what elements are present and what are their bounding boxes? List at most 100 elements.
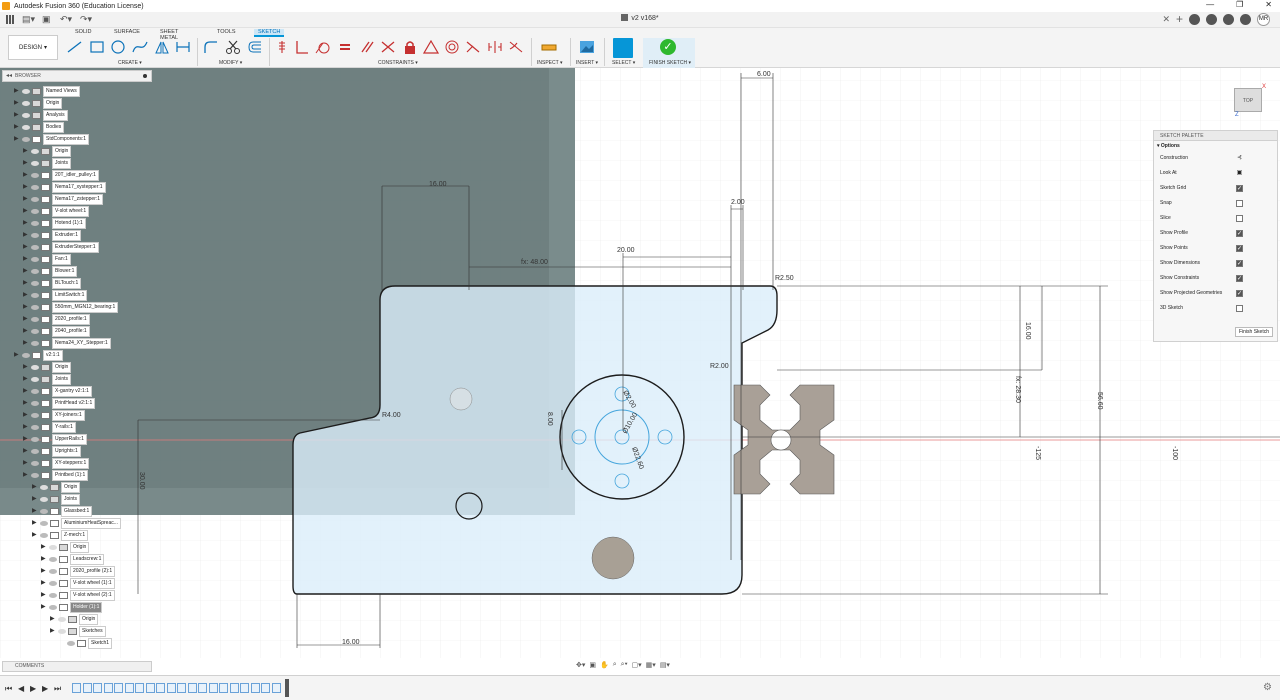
timeline-feature-icon[interactable] [219,683,228,693]
visibility-eye-icon[interactable] [31,232,39,238]
finish-sketch-group-label[interactable]: FINISH SKETCH ▾ [649,60,691,66]
expand-arrow-icon[interactable]: ▶ [23,207,29,216]
expand-arrow-icon[interactable]: ▶ [23,303,29,312]
visibility-eye-icon[interactable] [31,376,39,382]
visibility-eye-icon[interactable] [49,544,57,550]
palette-option-checkbox[interactable]: ✓ [1236,290,1243,297]
expand-arrow-icon[interactable]: ▶ [23,243,29,252]
palette-option-checkbox[interactable]: ✓ [1236,260,1243,267]
visibility-eye-icon[interactable] [40,532,48,538]
visibility-eye-icon[interactable] [31,280,39,286]
offset-tool-icon[interactable] [247,40,263,54]
expand-arrow-icon[interactable]: ▶ [23,279,29,288]
tab-tools[interactable]: TOOLS [217,29,236,35]
expand-arrow-icon[interactable]: ▶ [41,579,47,588]
construction-icon[interactable]: ⊰ [1236,155,1243,162]
visibility-eye-icon[interactable] [40,496,48,502]
dimension-tool-icon[interactable] [175,40,191,54]
expand-arrow-icon[interactable]: ▶ [50,615,56,624]
expand-arrow-icon[interactable]: ▶ [41,591,47,600]
rectangle-tool-icon[interactable] [89,40,105,54]
timeline-feature-icon[interactable] [72,683,81,693]
fillet-tool-icon[interactable] [203,40,219,54]
notifications-icon[interactable] [1223,14,1234,25]
browser-tree-item[interactable]: ▶ Holder (1):1 [41,601,103,613]
expand-arrow-icon[interactable]: ▶ [50,627,56,636]
palette-finish-sketch-button[interactable]: Finish Sketch [1234,327,1273,337]
visibility-eye-icon[interactable] [31,160,39,166]
browser-tree-item[interactable]: ▶ V-slot wheel (2):1 [41,589,115,601]
timeline-feature-icon[interactable] [135,683,144,693]
visibility-eye-icon[interactable] [22,100,30,106]
look-at-icon[interactable]: ▣ [589,661,596,672]
timeline-feature-icon[interactable] [177,683,186,693]
browser-tree-item[interactable]: ▶ 2020_profile (2):1 [41,565,116,577]
browser-tree-item[interactable]: Sketch1 [59,637,113,649]
browser-tree-item[interactable]: ▶ Nema17_xystepper:1 [23,181,106,193]
browser-tree-item[interactable]: ▶ Joints [23,157,72,169]
collapse-icon[interactable]: ◂◂ [6,71,12,81]
visibility-eye-icon[interactable] [31,208,39,214]
minimize-button[interactable]: — [1206,0,1214,9]
visibility-eye-icon[interactable] [31,472,39,478]
browser-tree-item[interactable]: ▶ v2:1:1 [14,349,63,361]
browser-tree-item[interactable]: ▶ Z-mech:1 [32,529,89,541]
visibility-eye-icon[interactable] [22,136,30,142]
browser-tree-item[interactable]: ▶ Joints [23,373,72,385]
spline-tool-icon[interactable] [132,40,148,54]
visibility-eye-icon[interactable] [31,304,39,310]
timeline-feature-icon[interactable] [103,683,113,693]
select-group-label[interactable]: SELECT ▾ [612,60,635,66]
expand-arrow-icon[interactable]: ▶ [41,603,47,612]
browser-tree-item[interactable]: ▶ Origin [23,361,72,373]
visibility-eye-icon[interactable] [31,328,39,334]
browser-tree-item[interactable]: ▶ X-gantry v2:1:1 [23,385,92,397]
palette-option-checkbox[interactable] [1236,305,1243,312]
tangent-constraint-icon[interactable] [315,40,331,54]
visibility-eye-icon[interactable] [40,484,48,490]
palette-option-checkbox[interactable]: ✓ [1236,275,1243,282]
grid-settings-icon[interactable]: ▦▾ [646,661,656,672]
timeline-feature-icon[interactable] [93,683,102,693]
expand-arrow-icon[interactable]: ▶ [14,135,20,144]
browser-tree-item[interactable]: ▶ V-slot wheel (1):1 [41,577,115,589]
visibility-eye-icon[interactable] [58,628,66,634]
viewcube[interactable]: TOP [1234,88,1262,112]
visibility-eye-icon[interactable] [40,508,48,514]
expand-arrow-icon[interactable]: ▶ [23,375,29,384]
browser-tree-item[interactable]: ▶ Glassbed:1 [32,505,93,517]
browser-tree-item[interactable]: ▶ Named Views [14,85,80,97]
expand-arrow-icon[interactable]: ▶ [23,147,29,156]
browser-tree-item[interactable]: ▶ Nema24_XY_Stepper:1 [23,337,111,349]
visibility-eye-icon[interactable] [31,220,39,226]
browser-tree-item[interactable]: ▶ Bodies [14,121,65,133]
visibility-eye-icon[interactable] [31,412,39,418]
tab-solid[interactable]: SOLID [75,29,92,35]
expand-arrow-icon[interactable]: ▶ [23,459,29,468]
browser-tree-item[interactable]: ▶ Blower:1 [23,265,78,277]
browser-tree-item[interactable]: ▶ Sketches [50,625,106,637]
browser-tree-item[interactable]: ▶ Analysis [14,109,68,121]
browser-tree-item[interactable]: ▶ XY-joiners:1 [23,409,85,421]
visibility-eye-icon[interactable] [31,424,39,430]
expand-arrow-icon[interactable]: ▶ [23,291,29,300]
expand-arrow-icon[interactable]: ▶ [23,315,29,324]
palette-option-checkbox[interactable]: ✓ [1236,185,1243,192]
browser-tree-item[interactable]: ▶ PrintHead v2:1:1 [23,397,96,409]
browser-tree-item[interactable]: ▶ ExtruderStepper:1 [23,241,99,253]
extensions-icon[interactable] [1189,14,1200,25]
expand-arrow-icon[interactable]: ▶ [23,183,29,192]
expand-arrow-icon[interactable]: ▶ [23,471,29,480]
equal-constraint-icon[interactable] [337,40,353,54]
expand-arrow-icon[interactable]: ▶ [23,255,29,264]
visibility-eye-icon[interactable] [22,112,30,118]
measure-ruler-icon[interactable] [541,40,557,54]
visibility-eye-icon[interactable] [31,364,39,370]
browser-tree-item[interactable]: ▶ Nema17_zstepper:1 [23,193,104,205]
browser-tree-item[interactable]: ▶ Uprights:1 [23,445,81,457]
expand-arrow-icon[interactable]: ▶ [32,531,38,540]
visibility-eye-icon[interactable] [49,568,57,574]
expand-arrow-icon[interactable]: ▶ [23,447,29,456]
expand-arrow-icon[interactable]: ▶ [32,507,38,516]
browser-tree-item[interactable]: ▶ Joints [32,493,81,505]
